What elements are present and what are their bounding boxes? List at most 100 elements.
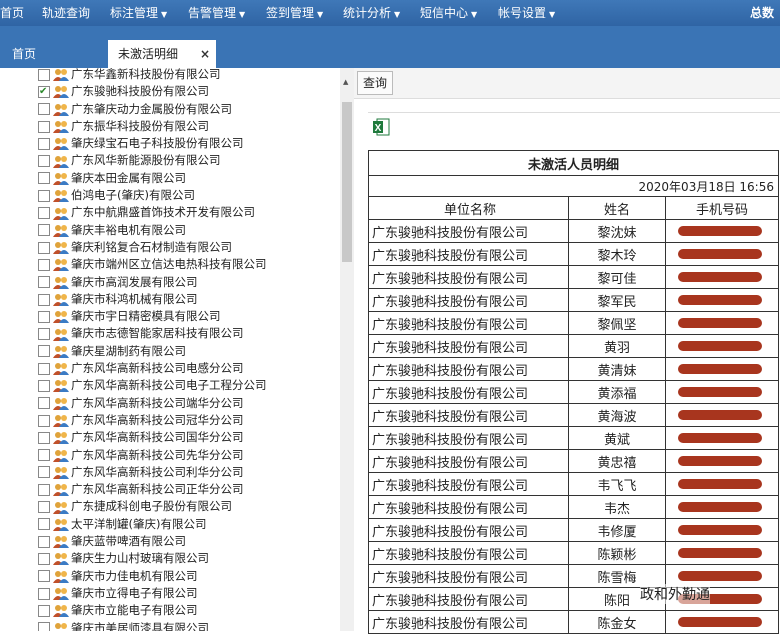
tree-node[interactable]: 肇庆市科鸿机械有限公司 [38,291,267,308]
checkbox[interactable] [38,397,50,410]
tree-node[interactable]: 肇庆市高润发展有限公司 [38,274,267,291]
scrollbar-thumb[interactable] [342,102,352,262]
checkbox[interactable] [38,466,50,479]
checkbox[interactable] [38,518,50,531]
tab-inactive-detail[interactable]: 未激活明细 × [108,40,216,68]
checkbox[interactable] [38,241,50,254]
phone-cell [665,288,779,312]
checkbox[interactable] [38,155,50,168]
user-label[interactable]: 总数 [750,4,774,21]
scroll-up-icon[interactable]: ▲ [343,78,348,86]
checkbox[interactable] [38,120,50,133]
phone-redaction [678,295,762,305]
chevron-down-icon: ▼ [317,10,324,19]
checkbox[interactable] [38,501,50,514]
user-group-icon [53,415,69,428]
excel-export-icon[interactable]: X [372,118,390,136]
query-button[interactable]: 查询 [357,71,394,95]
report-date-row: 2020年03月18日 16:56 [368,175,779,197]
checkbox[interactable] [38,414,50,427]
tree-node[interactable]: 肇庆市立得电子有限公司 [38,585,267,602]
tree-node[interactable]: 广东风华高新科技公司电子工程分公司 [38,377,267,394]
tree-node[interactable]: 广东风华新能源股份有限公司 [38,152,267,169]
checkbox[interactable] [38,83,50,100]
table-row: 广东骏驰科技股份有限公司 陈金女 [368,610,779,634]
checkbox[interactable] [38,345,50,358]
checkbox[interactable] [38,328,50,341]
tree-node[interactable]: 广东肇庆动力金属股份有限公司 [38,101,267,118]
checkbox[interactable] [38,137,50,150]
tree-scrollbar[interactable]: ▲ [340,68,354,631]
checkbox[interactable] [38,293,50,306]
tree-node[interactable]: 广东风华高新科技公司国华分公司 [38,429,267,446]
tab-home[interactable]: 首页 [2,40,46,68]
user-group-icon [53,484,69,497]
checkbox[interactable] [38,68,50,81]
tree-node[interactable]: 肇庆生力山村玻璃有限公司 [38,550,267,567]
checkbox[interactable] [38,535,50,548]
checkbox[interactable] [38,587,50,600]
tree-node[interactable]: 广东骏驰科技股份有限公司 [38,83,267,100]
nav-item[interactable]: 轨迹查询 [42,4,90,21]
tree-node[interactable]: 广东风华高新科技公司端华分公司 [38,395,267,412]
tree-node-label: 肇庆丰裕电机有限公司 [71,222,186,237]
name-cell: 韦飞飞 [568,472,666,496]
tree-node[interactable]: 广东中航鼎盛首饰技术开发有限公司 [38,204,267,221]
checkbox[interactable] [38,310,50,323]
phone-cell [665,495,779,519]
checkbox[interactable] [38,379,50,392]
tree-node[interactable]: 广东风华高新科技公司先华分公司 [38,447,267,464]
tree-node[interactable]: 肇庆本田金属有限公司 [38,170,267,187]
checkbox[interactable] [38,449,50,462]
table-row: 广东骏驰科技股份有限公司 黄添福 [368,380,779,404]
tree-node[interactable]: 肇庆市端州区立信达电热科技有限公司 [38,256,267,273]
checkbox[interactable] [38,604,50,617]
checkbox[interactable] [38,207,50,220]
nav-item[interactable]: 标注管理 ▼ [110,4,167,21]
chevron-down-icon: ▼ [239,10,246,19]
tree-node[interactable]: 肇庆丰裕电机有限公司 [38,222,267,239]
tree-node-label: 肇庆市高润发展有限公司 [71,274,198,289]
checkbox[interactable] [38,172,50,185]
tree-node[interactable]: 广东捷成科创电子股份有限公司 [38,498,267,515]
tree-node[interactable]: 肇庆星湖制药有限公司 [38,343,267,360]
tree-node[interactable]: 肇庆绿宝石电子科技股份有限公司 [38,135,267,152]
checkbox[interactable] [38,552,50,565]
company-cell: 广东骏驰科技股份有限公司 [368,357,569,381]
tree-node[interactable]: 肇庆市美居师漆具有限公司 [38,620,267,631]
tree-node[interactable]: 广东振华科技股份有限公司 [38,118,267,135]
checkbox[interactable] [38,431,50,444]
tree-node[interactable]: 伯鸿电子(肇庆)有限公司 [38,187,267,204]
checkbox[interactable] [38,224,50,237]
nav-item[interactable]: 帐号设置 ▼ [498,4,555,21]
tree-node[interactable]: 肇庆市力佳电机有限公司 [38,568,267,585]
checkbox[interactable] [38,258,50,271]
nav-item[interactable]: 短信中心 ▼ [420,4,477,21]
company-cell: 广东骏驰科技股份有限公司 [368,587,569,611]
tree-node-label: 广东风华高新科技公司电感分公司 [71,361,244,376]
close-icon[interactable]: × [200,40,210,68]
checkbox[interactable] [38,276,50,289]
tree-node[interactable]: 太平洋制罐(肇庆)有限公司 [38,516,267,533]
tree-node[interactable]: 广东风华高新科技公司正华分公司 [38,481,267,498]
tree-node[interactable]: 广东华鑫新科技股份有限公司 [38,68,267,83]
checkbox[interactable] [38,622,50,631]
nav-item[interactable]: 首页 [0,4,24,21]
nav-item[interactable]: 告警管理 ▼ [188,4,245,21]
checkbox[interactable] [38,570,50,583]
checkbox[interactable] [38,362,50,375]
tree-node[interactable]: 肇庆市宇日精密模具有限公司 [38,308,267,325]
user-group-icon [53,605,69,618]
tree-node[interactable]: 广东风华高新科技公司冠华分公司 [38,412,267,429]
tree-node[interactable]: 广东风华高新科技公司电感分公司 [38,360,267,377]
tree-node[interactable]: 肇庆市立能电子有限公司 [38,602,267,619]
checkbox[interactable] [38,103,50,116]
tree-node[interactable]: 肇庆蓝带啤酒有限公司 [38,533,267,550]
tree-node[interactable]: 肇庆利铭复合石材制造有限公司 [38,239,267,256]
nav-item[interactable]: 统计分析 ▼ [343,4,400,21]
tree-node[interactable]: 广东风华高新科技公司利华分公司 [38,464,267,481]
nav-item[interactable]: 签到管理 ▼ [266,4,323,21]
tree-node[interactable]: 肇庆市志德智能家居科技有限公司 [38,325,267,342]
checkbox[interactable] [38,189,50,202]
checkbox[interactable] [38,483,50,496]
